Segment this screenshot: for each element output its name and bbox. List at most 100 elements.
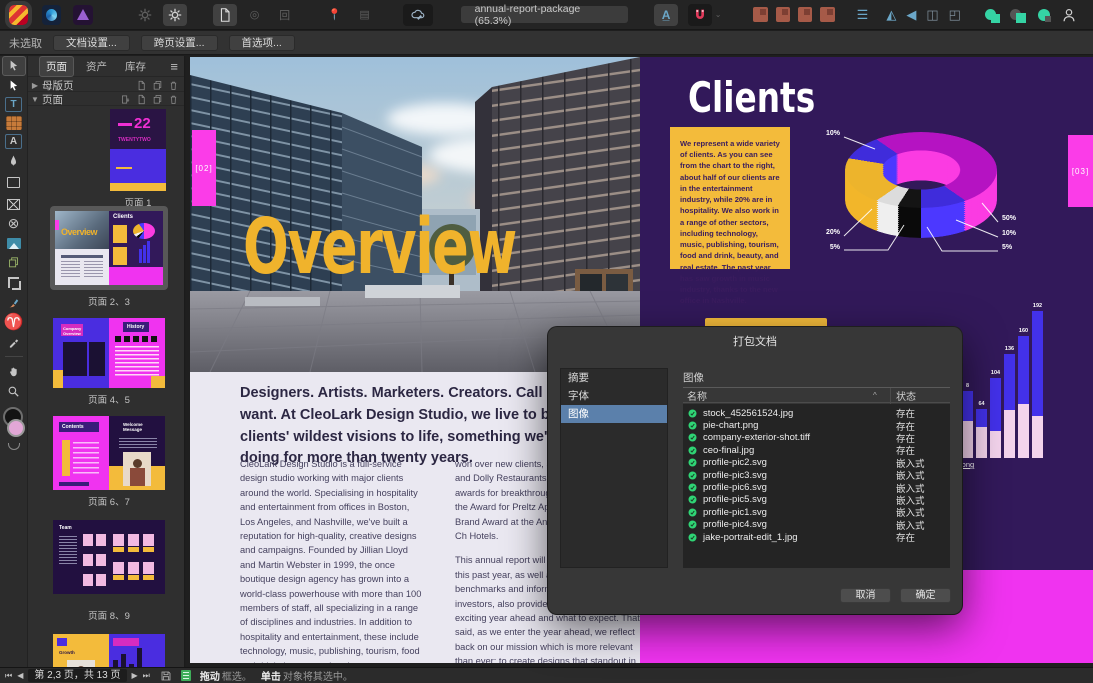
save-icon[interactable] — [160, 670, 172, 682]
pen-tool-icon[interactable] — [0, 151, 28, 171]
table-tool-icon[interactable] — [5, 116, 22, 131]
move-to-back-icon[interactable] — [820, 7, 835, 22]
vector-brush-tool-icon[interactable] — [0, 292, 28, 312]
document-setup-button[interactable]: 文档设置... — [53, 34, 130, 51]
zoom-tool-icon[interactable] — [0, 382, 28, 402]
photo-app-icon[interactable] — [42, 4, 62, 25]
gear-outline-icon[interactable] — [133, 4, 157, 26]
color-picker-tool-icon[interactable] — [0, 332, 28, 352]
duplicate-master-icon[interactable] — [152, 80, 163, 91]
new-document-icon[interactable] — [212, 3, 237, 26]
studiolink-icon[interactable] — [402, 3, 433, 26]
snapping-magnet-icon[interactable] — [688, 3, 713, 26]
shape-square-icon[interactable]: 回 — [273, 4, 297, 26]
move-forward-icon[interactable] — [775, 7, 790, 22]
order-down-icon[interactable]: ◰ — [949, 7, 961, 23]
file-row[interactable]: company-exterior-shot.tiff 存在 — [683, 432, 950, 445]
add-page-icon[interactable] — [136, 94, 147, 105]
delete-master-icon[interactable] — [168, 80, 179, 91]
file-row[interactable]: profile-pic6.svg 嵌入式 — [683, 481, 950, 495]
frame-text-tool-icon[interactable]: T — [5, 97, 22, 113]
pin-icon[interactable]: 📍 — [323, 4, 347, 26]
tab-pages[interactable]: 页面 — [39, 56, 74, 77]
thumbnail-pages-8-9[interactable]: Team — [53, 520, 165, 594]
rectangle-tool-icon[interactable] — [0, 173, 28, 193]
text-styles-icon[interactable]: A̲ — [654, 3, 679, 26]
file-row[interactable]: profile-pic5.svg 嵌入式 — [683, 494, 950, 507]
place-image-tool-icon[interactable] — [0, 234, 28, 254]
designer-app-icon[interactable] — [73, 4, 93, 25]
picture-frame-ellipse-tool-icon[interactable]: ⊗ — [0, 214, 28, 234]
panel-menu-icon[interactable]: ≡ — [170, 59, 178, 74]
status-bar: ⏮ ◀ 第 2,3 页，共 13 页 ▶ ⏭ 拖动 框选。 单击 对象将其选中。 — [0, 667, 1093, 683]
duplicate-page-icon[interactable] — [152, 94, 163, 105]
insert-pages-icon[interactable] — [120, 94, 131, 105]
preferences-button[interactable]: 首选项... — [228, 34, 295, 51]
file-row[interactable]: stock_452561524.jpg 存在 — [683, 407, 950, 420]
first-page-icon[interactable]: ⏮ — [5, 671, 12, 681]
fill-swatch[interactable] — [6, 419, 25, 438]
picture-frame-rect-tool-icon[interactable] — [0, 194, 28, 214]
move-to-front-icon[interactable] — [753, 7, 768, 22]
nav-item-images[interactable]: 图像 — [561, 405, 667, 423]
crop-tool-icon[interactable] — [0, 273, 28, 293]
table-header[interactable]: 名称 ^ 状态 — [683, 387, 950, 567]
file-row[interactable]: pie-chart.png 存在 — [683, 419, 950, 433]
snapping-dropdown-chevron-icon[interactable]: ⌄ — [713, 4, 723, 26]
thumbnail-pages-10-11[interactable]: Growth — [53, 634, 165, 667]
master-pages-section[interactable]: ▶ 母版页 — [28, 79, 184, 92]
chart-caption-link: long — [960, 460, 975, 469]
thumbnail-pages-4-5[interactable]: Company Overview History — [53, 318, 165, 388]
swap-swatch-arc-icon[interactable] — [7, 443, 20, 451]
ok-button[interactable]: 确定 — [900, 588, 951, 603]
move-backward-icon[interactable] — [797, 7, 813, 22]
file-row[interactable]: jake-portrait-edit_1.jpg 存在 — [683, 531, 950, 544]
file-row[interactable]: profile-pic3.svg 嵌入式 — [683, 469, 950, 482]
asset-pages-tool-icon[interactable] — [0, 253, 28, 273]
nav-item-fonts[interactable]: 字体 — [561, 387, 667, 405]
thumbnail-page-1[interactable]: 22 TWENTYTWO — [110, 109, 166, 191]
boolean-subtract-icon[interactable] — [1010, 7, 1026, 23]
file-row[interactable]: profile-pic2.svg 嵌入式 — [683, 457, 950, 470]
order-up-icon[interactable]: ◫ — [926, 7, 938, 23]
move-tool-icon[interactable] — [1, 56, 26, 76]
thumbnail-pages-2-3[interactable]: Overview Clients — [55, 211, 163, 285]
cancel-button[interactable]: 取消 — [840, 588, 891, 603]
node-tool-icon[interactable] — [0, 76, 28, 96]
column-status[interactable]: 状态 — [896, 388, 916, 403]
tab-stock[interactable]: 库存 — [119, 57, 152, 76]
file-row[interactable]: profile-pic4.svg 嵌入式 — [683, 519, 950, 532]
delete-page-icon[interactable] — [168, 94, 179, 105]
boolean-intersect-icon[interactable] — [1036, 7, 1051, 23]
sort-caret-icon[interactable]: ^ — [873, 391, 877, 400]
flip-horizontal-icon[interactable]: ◭ — [886, 7, 896, 23]
page-indicator[interactable]: 第 2,3 页，共 13 页 — [28, 669, 127, 682]
add-master-icon[interactable] — [136, 80, 147, 91]
account-person-icon[interactable] — [1057, 4, 1081, 26]
file-row[interactable]: profile-pic1.svg 嵌入式 — [683, 506, 950, 519]
hint-click-text: 对象将其选中。 — [282, 672, 353, 683]
align-icon[interactable]: ☰ — [857, 7, 869, 23]
spread-setup-button[interactable]: 跨页设置... — [140, 34, 218, 51]
flip-vertical-icon[interactable]: ◀ — [906, 7, 916, 23]
view-hand-tool-icon[interactable] — [0, 362, 28, 382]
previous-page-icon[interactable]: ◀ — [17, 671, 23, 680]
overview-heading: Overview — [243, 203, 517, 292]
nav-item-summary[interactable]: 摘要 — [561, 369, 667, 387]
boolean-add-icon[interactable] — [984, 7, 1001, 23]
card-list-icon[interactable]: ▤ — [353, 4, 377, 26]
column-name[interactable]: 名称 — [683, 388, 707, 403]
artistic-text-tool-icon[interactable]: A — [5, 134, 22, 150]
help-book-icon[interactable] — [180, 670, 191, 681]
last-page-icon[interactable]: ⏭ — [143, 671, 150, 681]
fill-gradient-tool-icon[interactable]: ♈ — [0, 312, 28, 332]
tab-assets[interactable]: 资产 — [80, 57, 113, 76]
file-row[interactable]: ceo-final.jpg 存在 — [683, 444, 950, 457]
settings-gear-button[interactable] — [162, 3, 187, 26]
publisher-app-icon[interactable] — [4, 0, 33, 29]
thumbnail-pages-6-7[interactable]: Contents Welcome Message — [53, 416, 165, 490]
next-page-icon[interactable]: ▶ — [132, 671, 138, 680]
file-name: ceo-final.jpg — [703, 444, 755, 456]
pages-section[interactable]: ▼ 页面 — [28, 93, 184, 106]
shape-circle-icon[interactable]: ◎ — [243, 4, 267, 26]
